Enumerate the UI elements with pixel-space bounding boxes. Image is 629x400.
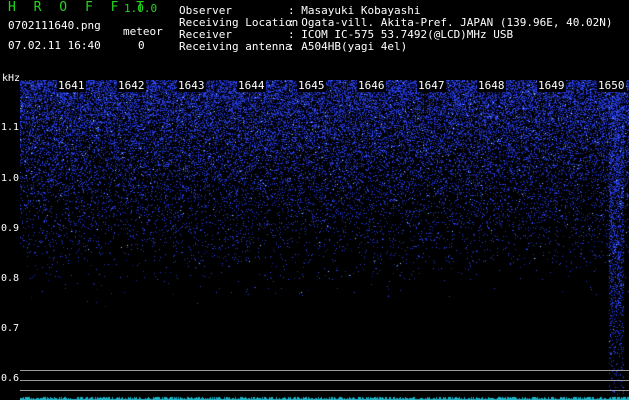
meteor-label: meteor: [123, 25, 163, 38]
y-tick-label: 0.9: [1, 223, 20, 234]
x-tick-label: 1642: [117, 79, 146, 92]
app-version: 1.0.0: [124, 2, 158, 15]
y-tick-label: 0.6: [1, 373, 20, 384]
spectrogram-canvas: [20, 80, 629, 400]
y-tick-label: 0.7: [1, 323, 20, 334]
y-unit-label: kHz: [2, 73, 21, 84]
baseline-line: [20, 380, 629, 381]
x-tick-label: 1650: [597, 79, 626, 92]
capture-datetime: 07.02.11 16:40: [8, 39, 101, 52]
x-tick-label: 1646: [357, 79, 386, 92]
antenna-label: Receiving antenna: [179, 40, 292, 53]
x-tick-label: 1645: [297, 79, 326, 92]
x-tick-label: 1647: [417, 79, 446, 92]
x-tick-label: 1644: [237, 79, 266, 92]
meteor-count: 0: [138, 39, 145, 52]
antenna-value: : A504HB(yagi 4el): [288, 40, 408, 53]
x-tick-label: 1641: [57, 79, 86, 92]
x-tick-label: 1649: [537, 79, 566, 92]
y-tick-label: 1.1: [1, 122, 20, 133]
x-tick-label: 1643: [177, 79, 206, 92]
y-tick-label: 0.8: [1, 273, 20, 284]
filename: 0702111640.png: [8, 19, 101, 32]
y-tick-label: 1.0: [1, 173, 20, 184]
x-tick-label: 1648: [477, 79, 506, 92]
baseline-line: [20, 390, 629, 391]
baseline-line: [20, 370, 629, 371]
